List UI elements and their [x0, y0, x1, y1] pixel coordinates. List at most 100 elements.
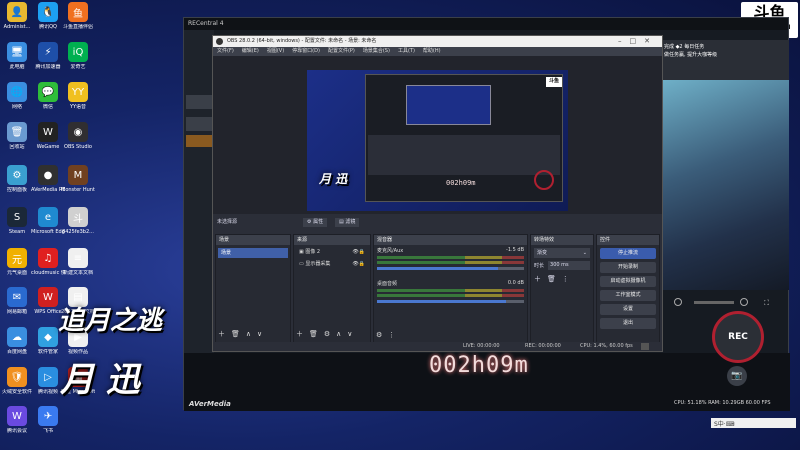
menu-item[interactable]: 停靠窗口(D) [292, 48, 320, 54]
desktop-icon[interactable]: ≡ 新建文本文档 [61, 248, 95, 276]
menu-item[interactable]: 帮助(H) [423, 48, 441, 54]
sidebar-thumb-2[interactable] [186, 117, 212, 131]
recentral-icon: ● [38, 165, 58, 185]
controls-panel: 控件 停止推流 开始录制 启动虚拟摄像机 工作室模式 设置 退出 [596, 234, 660, 344]
virtual-camera-button[interactable]: 启动虚拟摄像机 [600, 276, 656, 287]
desktop-icon-label: 火绒安全软件 [1, 389, 32, 395]
obs-window: OBS 28.0.2 (64-bit, windows) - 配置文件: 未命名… [212, 35, 663, 352]
wechat-icon: 💬 [38, 82, 58, 102]
menu-item[interactable]: 视图(V) [267, 48, 284, 54]
properties-button[interactable]: ⚙ 属性 [303, 218, 328, 227]
chat-line: 做任务赢, 提升大咖等级 [664, 52, 718, 58]
netease-mail-icon: ✉ [7, 287, 27, 307]
studio-mode-button[interactable]: 工作室模式 [600, 290, 656, 301]
menu-item[interactable]: 场景集合(S) [363, 48, 390, 54]
menu-item[interactable]: 文件(F) [217, 48, 234, 54]
rec-button[interactable]: REC [712, 311, 764, 363]
desktop-icon-label: 飞书 [42, 428, 53, 434]
desktop-icon-label: Monster Hunter... [61, 187, 95, 193]
desktop-icon[interactable]: iQ 爱奇艺 [61, 42, 95, 70]
source-actions[interactable]: ＋🗑⚙∧∨ [296, 329, 358, 339]
nested-obs-preview: 002h09m 斗鱼 [365, 74, 563, 202]
obs-menubar: 文件(F) 编辑(E) 视图(V) 停靠窗口(D) 配置文件(P) 场景集合(S) 工具(T… [213, 47, 662, 56]
window-controls[interactable]: –□✕ [618, 36, 658, 47]
desktop-icon[interactable]: 鱼斗鱼直播伴侣 [61, 2, 95, 30]
volume-fader[interactable] [377, 267, 524, 270]
channel-db: -1.5 dB [506, 247, 524, 253]
system-tray[interactable]: S中·⌨ [711, 418, 796, 428]
obs-preview[interactable]: 002h09m 斗鱼 月 迅 [213, 56, 662, 214]
settings-knob[interactable] [740, 298, 748, 306]
desktop-icon[interactable]: 🌐 网络 [0, 82, 34, 110]
desktop-icon-label: AVerMedia RECentral 4 [31, 187, 65, 193]
desktop-icon[interactable]: W WeGame [31, 122, 65, 150]
desktop-icon[interactable]: 斗 8425fe3b2... [61, 207, 95, 235]
desktop-icon[interactable]: ● AVerMedia RECentral 4 [31, 165, 65, 193]
transition-select[interactable]: 渐变 ⌄ [534, 248, 590, 258]
duration-input[interactable]: 300 ms [548, 261, 590, 270]
feishu-icon: ✈ [38, 406, 58, 426]
desktop-icon-label: Administ... [3, 24, 31, 30]
filters-label: 滤镜 [345, 219, 356, 225]
yuanqi-desktop-icon: 元 [7, 248, 27, 268]
transition-actions[interactable]: ＋🗑⋮ [534, 274, 590, 284]
desktop-icon[interactable]: ✉ 网易邮箱 [0, 287, 34, 315]
desktop-icon[interactable]: e Microsoft Edge [31, 207, 65, 235]
desktop-icon-label: Steam [8, 229, 26, 235]
fader-fill [377, 267, 498, 270]
mixer-actions[interactable]: ⚙⋮ [376, 331, 401, 339]
volume-slider[interactable] [694, 301, 734, 304]
desktop-icon-label: OBS Studio [64, 144, 92, 150]
desktop-icon[interactable]: 👤 Administ... [0, 2, 34, 30]
settings-button[interactable]: 设置 [600, 304, 656, 315]
desktop-icon[interactable]: ⚙ 控制面板 [0, 165, 34, 193]
eye-lock-icon[interactable]: 👁🔒 [352, 260, 365, 269]
mixer-panel: 混音器 麦克风/Aux -1.5 dB 桌面音频 0.0 dB ⚙⋮ [373, 234, 528, 344]
desktop-icon[interactable]: S Steam [0, 207, 34, 235]
desktop-icon[interactable]: ✈ 飞书 [31, 406, 65, 434]
desktop-icon[interactable]: 🛡 火绒安全软件 [0, 367, 34, 395]
eye-lock-icon[interactable]: 👁🔒 [352, 248, 365, 257]
desktop-icon[interactable]: YY YY语音 [61, 82, 95, 110]
desktop-icon[interactable]: 🖥 此电脑 [0, 42, 34, 70]
desktop-icon[interactable]: ☁ 百度网盘 [0, 327, 34, 355]
yy-voice-icon: YY [68, 82, 88, 102]
scene-item[interactable]: 场景 [218, 248, 288, 258]
sidebar-thumb-3[interactable] [186, 135, 212, 147]
filters-button[interactable]: ▤ 滤镜 [335, 218, 360, 227]
source-item[interactable]: ▣ 图像 2 👁🔒 [296, 248, 368, 257]
rec-status: REC: 00:00:00 [525, 343, 561, 349]
desktop-icon-label: 网络 [11, 104, 22, 110]
exit-button[interactable]: 退出 [600, 318, 656, 329]
menu-item[interactable]: 编辑(E) [242, 48, 259, 54]
menu-item[interactable]: 工具(T) [398, 48, 415, 54]
desktop-icon-label: 斗鱼直播伴侣 [62, 24, 93, 30]
desktop-icon-label: 此电脑 [9, 64, 25, 70]
desktop-icon[interactable]: 🐧 腾讯QQ [31, 2, 65, 30]
source-item[interactable]: ▭ 显示器采集 👁🔒 [296, 260, 368, 269]
desktop-icon[interactable]: 🗑 回收站 [0, 122, 34, 150]
game-preview [661, 80, 789, 290]
mic-knob[interactable] [674, 298, 682, 306]
desktop-icon[interactable]: 💬 微信 [31, 82, 65, 110]
desktop-icon[interactable]: 元元气桌面 [0, 248, 34, 276]
desktop-icon[interactable]: ◉ OBS Studio [61, 122, 95, 150]
stop-streaming-button[interactable]: 停止推流 [600, 248, 656, 259]
level-meter [377, 256, 524, 259]
desktop-icon[interactable]: W 腾讯会议 [0, 406, 34, 434]
desktop-icon[interactable]: ♫ cloudmusic 快捷方式 [31, 248, 65, 276]
camera-icon[interactable]: 📷 [727, 366, 747, 386]
recording-timer: 002h09m [429, 353, 529, 378]
menu-item[interactable]: 配置文件(P) [328, 48, 355, 54]
desktop-icon[interactable]: ⚡ 腾讯加速器 [31, 42, 65, 70]
sidebar-thumb-1[interactable] [186, 95, 212, 109]
duration-label: 时长 [534, 263, 545, 269]
controls-header: 控件 [597, 235, 659, 245]
preview-capture: 002h09m 斗鱼 月 迅 [307, 70, 568, 211]
volume-fader[interactable] [377, 300, 524, 303]
start-recording-button[interactable]: 开始录制 [600, 262, 656, 273]
desktop-icon[interactable]: M Monster Hunter... [61, 165, 95, 193]
desktop-icon-label: 微信 [42, 104, 53, 110]
expand-icon[interactable]: ⛶ [764, 299, 769, 308]
scene-actions[interactable]: ＋🗑∧∨ [218, 329, 268, 339]
